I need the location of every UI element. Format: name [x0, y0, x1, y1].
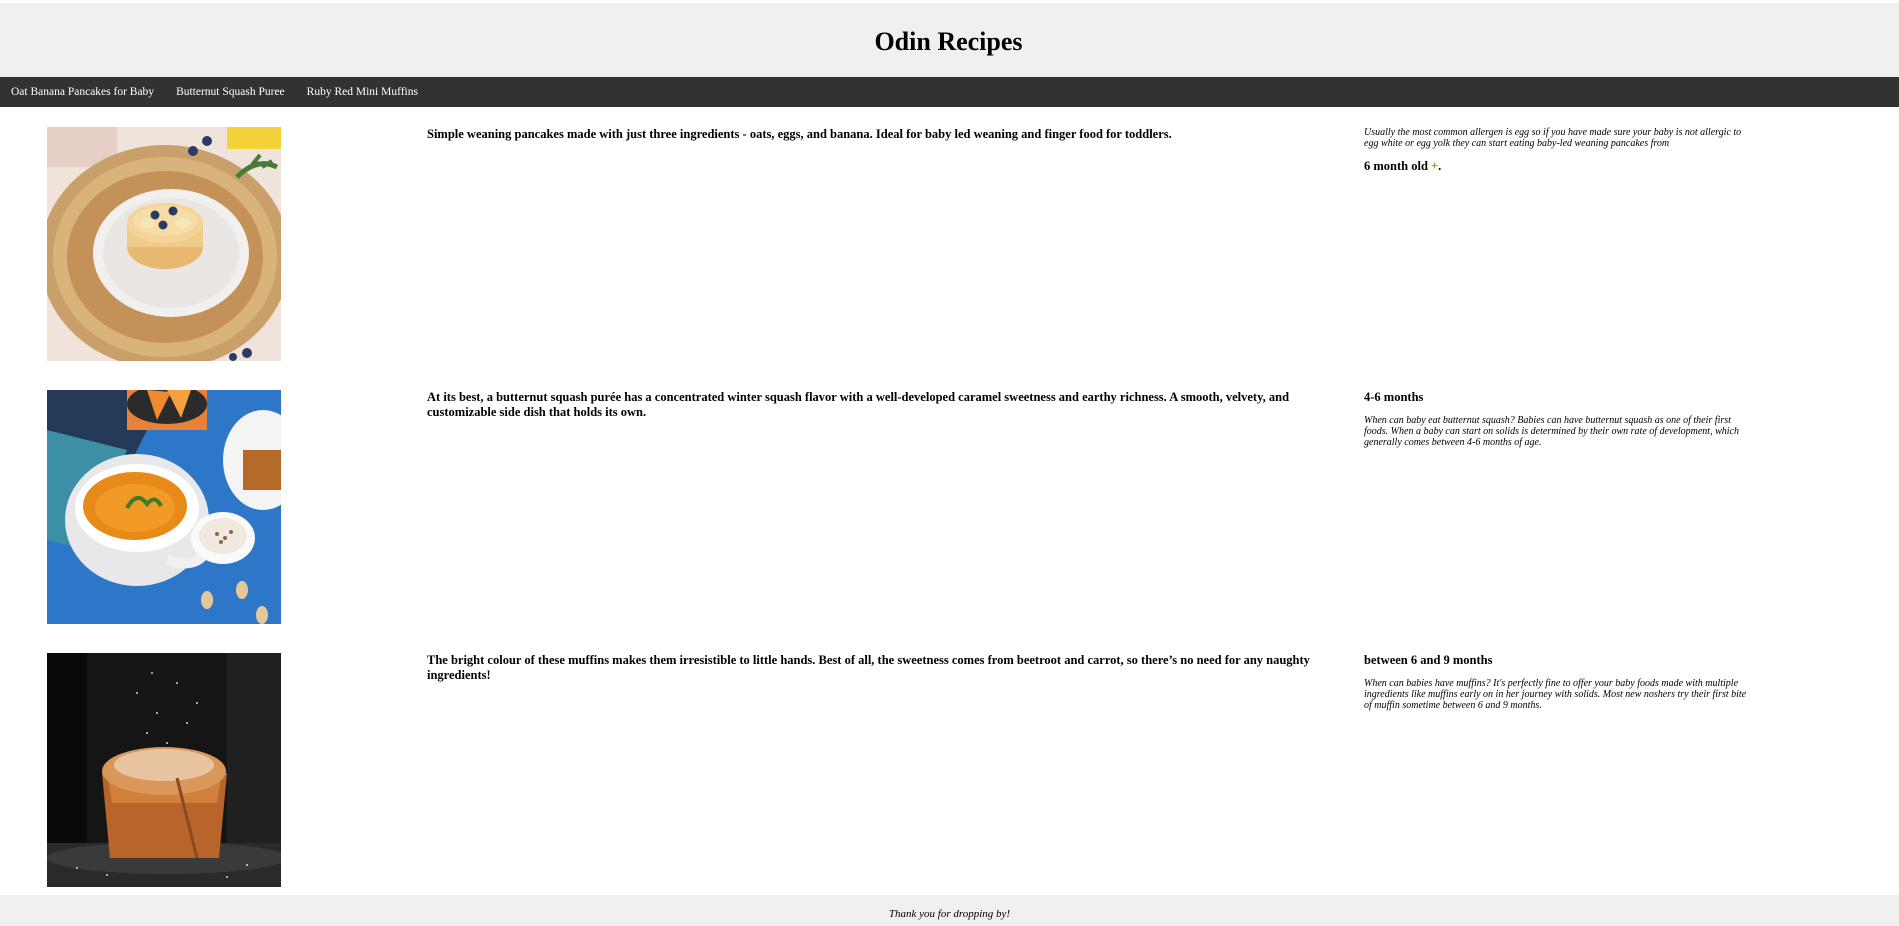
squash-puree-image: [47, 390, 281, 624]
nav-link-ruby-red-mini-muffins[interactable]: Ruby Red Mini Muffins: [307, 86, 418, 98]
site-header: Odin Recipes: [0, 3, 1899, 77]
recipe-description: The bright colour of these muffins makes…: [427, 653, 1310, 682]
nav-link-oat-banana-pancakes[interactable]: Oat Banana Pancakes for Baby: [11, 86, 154, 98]
muffin-image: [47, 653, 281, 887]
recipe-description: At its best, a butternut squash purée ha…: [427, 390, 1290, 419]
age-note: When can baby eat butternut squash? Babi…: [1364, 415, 1739, 448]
recipe-side-info: between 6 and 9 months When can babies h…: [1364, 653, 1749, 711]
allergen-note: Usually the most common allergen is egg …: [1364, 127, 1742, 149]
nav-link-butternut-squash-puree[interactable]: Butternut Squash Puree: [176, 86, 285, 98]
recipe-description: Simple weaning pancakes made with just t…: [427, 127, 1172, 141]
recipe-side-info: 4-6 months When can baby eat butternut s…: [1364, 390, 1749, 448]
recipe-nav: Oat Banana Pancakes for Baby Butternut S…: [0, 77, 1899, 107]
pancakes-image: [47, 127, 281, 361]
age-period: .: [1438, 159, 1442, 173]
footer-text: Thank you for dropping by!: [888, 907, 1011, 920]
age-text: 6 month old: [1364, 159, 1432, 173]
age-note: When can babies have muffins? It's perfe…: [1364, 678, 1747, 711]
site-footer: Thank you for dropping by!: [0, 895, 1899, 926]
age-label: 4-6 months: [1364, 390, 1424, 404]
page-title: Odin Recipes: [874, 27, 1023, 56]
recipe-side-info: Usually the most common allergen is egg …: [1364, 127, 1749, 174]
age-label: 6 month old +.: [1364, 159, 1749, 174]
age-label: between 6 and 9 months: [1364, 653, 1493, 667]
